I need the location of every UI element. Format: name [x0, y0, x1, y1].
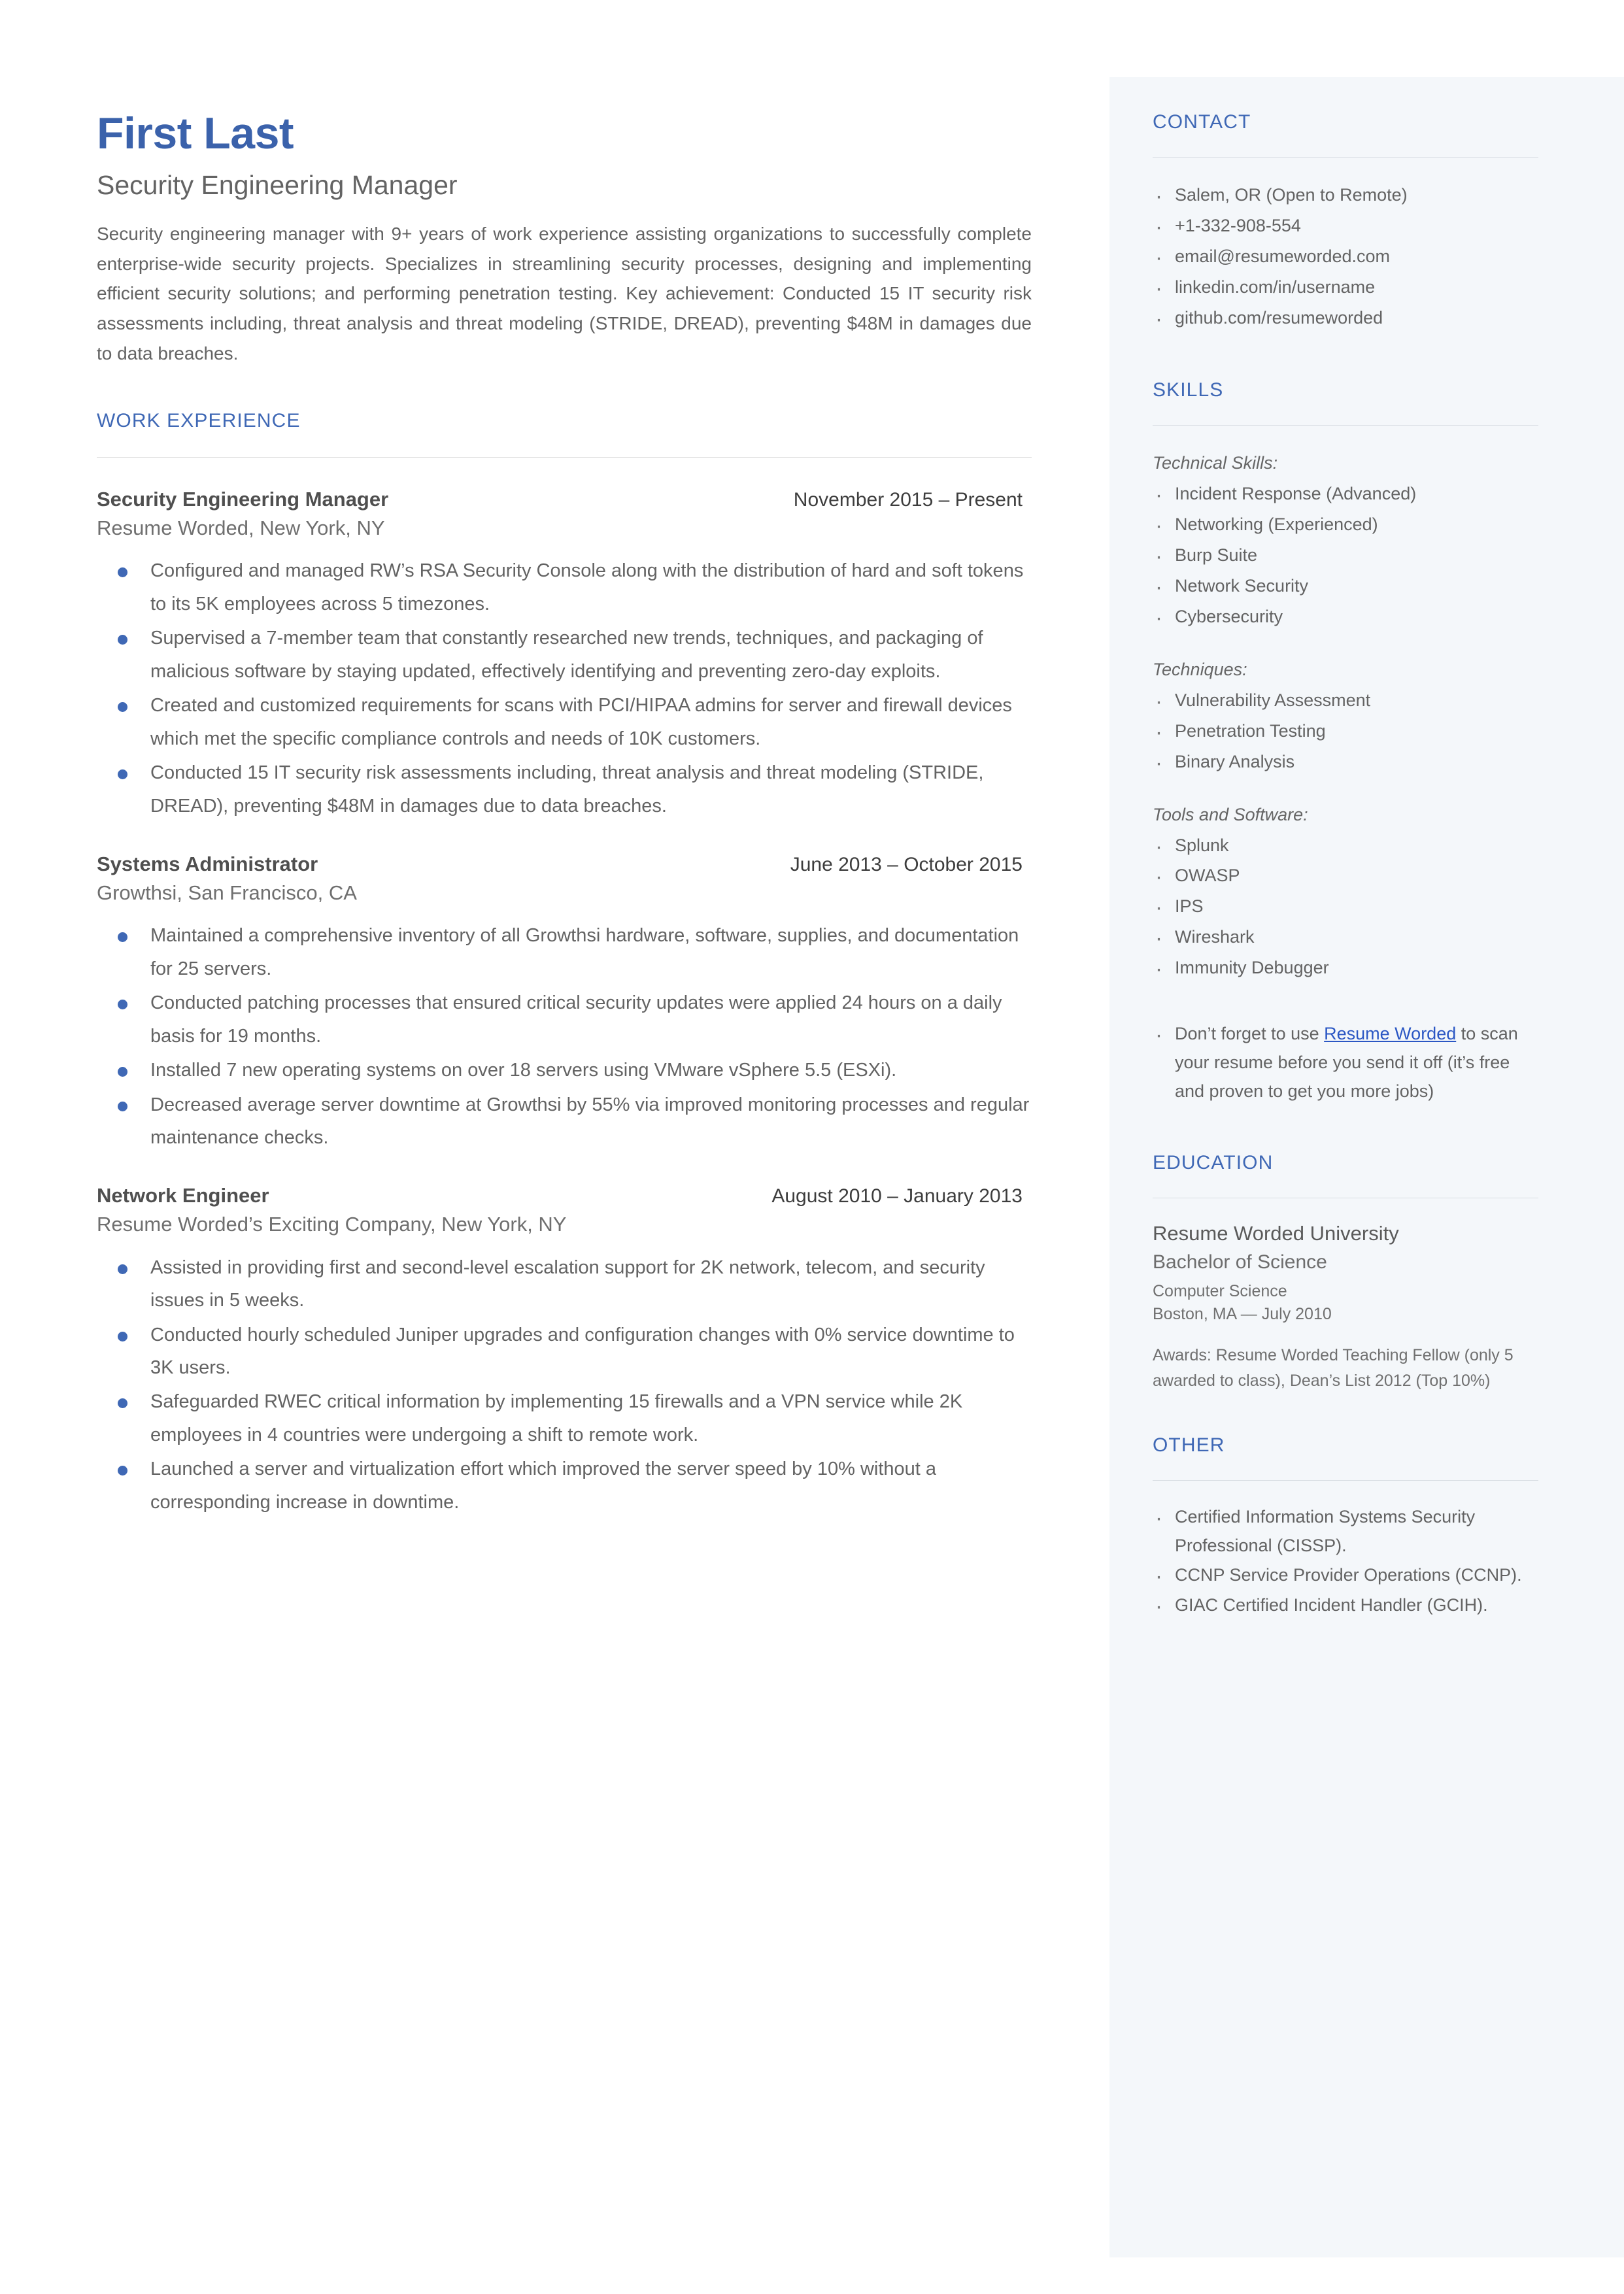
contact-item-linkedin[interactable]: linkedin.com/in/username [1153, 271, 1538, 306]
skill-item: Incident Response (Advanced) [1153, 477, 1538, 513]
job-bullet: Assisted in providing first and second-l… [97, 1251, 1032, 1317]
contact-item-email[interactable]: email@resumeworded.com [1153, 240, 1538, 275]
job-dates: November 2015 – Present [793, 489, 1023, 511]
job-company: Growthsi, San Francisco, CA [97, 881, 357, 905]
main-column: First Last Security Engineering Manager … [97, 111, 1032, 1520]
section-heading-education: EDUCATION [1153, 1151, 1274, 1173]
skills-list: Splunk OWASP IPS Wireshark Immunity Debu… [1153, 829, 1538, 987]
job-title: Systems Administrator [97, 852, 318, 876]
skills-group-label: Technical Skills: [1153, 452, 1278, 473]
sidebar-divider [1153, 157, 1538, 158]
job-bullet: Conducted hourly scheduled Juniper upgra… [97, 1319, 1032, 1385]
skill-item: Cybersecurity [1153, 600, 1538, 635]
job-bullet-list: Assisted in providing first and second-l… [97, 1251, 1032, 1519]
education-field: Computer Science [1153, 1281, 1287, 1300]
skill-item: Network Security [1153, 569, 1538, 605]
job-entry: Security Engineering Manager November 20… [97, 488, 1032, 822]
skill-item: Networking (Experienced) [1153, 508, 1538, 543]
job-title: Security Engineering Manager [97, 488, 389, 511]
contact-block: Salem, OR (Open to Remote) +1-332-908-55… [1153, 178, 1538, 337]
skill-item: Immunity Debugger [1153, 951, 1538, 987]
section-heading-other: OTHER [1153, 1434, 1225, 1456]
job-bullet: Conducted 15 IT security risk assessment… [97, 756, 1032, 822]
sidebar-column: CONTACT Salem, OR (Open to Remote) +1-33… [1153, 111, 1538, 1623]
certification-item: GIAC Certified Incident Handler (GCIH). [1153, 1589, 1538, 1623]
education-awards: Awards: Resume Worded Teaching Fellow (o… [1153, 1345, 1514, 1390]
contact-item-phone[interactable]: +1-332-908-554 [1153, 209, 1538, 245]
job-company: Resume Worded, New York, NY [97, 516, 385, 540]
job-header-row: Security Engineering Manager November 20… [97, 488, 1032, 511]
skill-item: Burp Suite [1153, 539, 1538, 574]
job-bullet: Conducted patching processes that ensure… [97, 987, 1032, 1053]
contact-list: Salem, OR (Open to Remote) +1-332-908-55… [1153, 178, 1538, 337]
skills-group-tools: Tools and Software: Splunk OWASP IPS Wir… [1153, 800, 1538, 987]
education-entry: Resume Worded University Bachelor of Sci… [1153, 1221, 1538, 1394]
section-heading-skills: SKILLS [1153, 379, 1224, 401]
job-bullet: Launched a server and virtualization eff… [97, 1453, 1032, 1519]
education-degree: Bachelor of Science [1153, 1251, 1327, 1273]
promo-text-before: Don’t forget to use [1175, 1024, 1325, 1044]
job-bullet: Configured and managed RW’s RSA Security… [97, 554, 1032, 620]
job-title: Network Engineer [97, 1184, 269, 1207]
skills-group-technical: Technical Skills: Incident Response (Adv… [1153, 448, 1538, 635]
certification-item: Certified Information Systems Security P… [1153, 1500, 1538, 1560]
skill-item: Binary Analysis [1153, 745, 1538, 781]
job-entry: Network Engineer August 2010 – January 2… [97, 1184, 1032, 1519]
job-bullet: Supervised a 7-member team that constant… [97, 622, 1032, 688]
skills-group-label: Techniques: [1153, 659, 1247, 679]
job-bullet: Installed 7 new operating systems on ove… [97, 1054, 1032, 1087]
section-divider [97, 457, 1032, 458]
contact-item-location: Salem, OR (Open to Remote) [1153, 178, 1538, 214]
job-bullet: Decreased average server downtime at Gro… [97, 1088, 1032, 1155]
job-bullet: Created and customized requirements for … [97, 689, 1032, 755]
candidate-headline: Security Engineering Manager [97, 170, 458, 200]
skill-item: IPS [1153, 890, 1538, 925]
job-dates: August 2010 – January 2013 [771, 1185, 1023, 1207]
education-location-date: Boston, MA — July 2010 [1153, 1304, 1332, 1323]
skill-item: Penetration Testing [1153, 715, 1538, 750]
education-school: Resume Worded University [1153, 1221, 1399, 1245]
resume-worded-link[interactable]: Resume Worded [1324, 1024, 1456, 1043]
section-heading-work-experience: WORK EXPERIENCE [97, 410, 301, 432]
job-dates: June 2013 – October 2015 [790, 854, 1023, 876]
candidate-name: First Last [97, 109, 294, 158]
resume-page: First Last Security Engineering Manager … [0, 0, 1624, 2294]
other-list: Certified Information Systems Security P… [1153, 1500, 1538, 1623]
skills-group-techniques: Techniques: Vulnerability Assessment Pen… [1153, 654, 1538, 781]
skills-group-label: Tools and Software: [1153, 804, 1308, 824]
contact-item-github[interactable]: github.com/resumeworded [1153, 301, 1538, 337]
job-bullet-list: Maintained a comprehensive inventory of … [97, 919, 1032, 1154]
job-bullet-list: Configured and managed RW’s RSA Security… [97, 554, 1032, 822]
skill-item: Vulnerability Assessment [1153, 684, 1538, 719]
section-heading-contact: CONTACT [1153, 111, 1251, 133]
job-header-row: Systems Administrator June 2013 – Octobe… [97, 852, 1032, 876]
promo-note: Don’t forget to use Resume Worded to sca… [1153, 1017, 1538, 1105]
job-bullet: Safeguarded RWEC critical information by… [97, 1385, 1032, 1451]
sidebar-divider [1153, 1479, 1538, 1481]
sidebar-divider [1153, 424, 1538, 426]
job-entry: Systems Administrator June 2013 – Octobe… [97, 852, 1032, 1154]
job-company: Resume Worded’s Exciting Company, New Yo… [97, 1213, 567, 1236]
skill-item: Wireshark [1153, 920, 1538, 956]
summary-paragraph: Security engineering manager with 9+ yea… [97, 224, 1032, 363]
skills-list: Incident Response (Advanced) Networking … [1153, 477, 1538, 635]
skill-item: OWASP [1153, 859, 1538, 894]
job-bullet: Maintained a comprehensive inventory of … [97, 919, 1032, 985]
job-header-row: Network Engineer August 2010 – January 2… [97, 1184, 1032, 1207]
skills-list: Vulnerability Assessment Penetration Tes… [1153, 684, 1538, 781]
skill-item: Splunk [1153, 829, 1538, 864]
certification-item: CCNP Service Provider Operations (CCNP). [1153, 1559, 1538, 1593]
other-block: Certified Information Systems Security P… [1153, 1500, 1538, 1623]
